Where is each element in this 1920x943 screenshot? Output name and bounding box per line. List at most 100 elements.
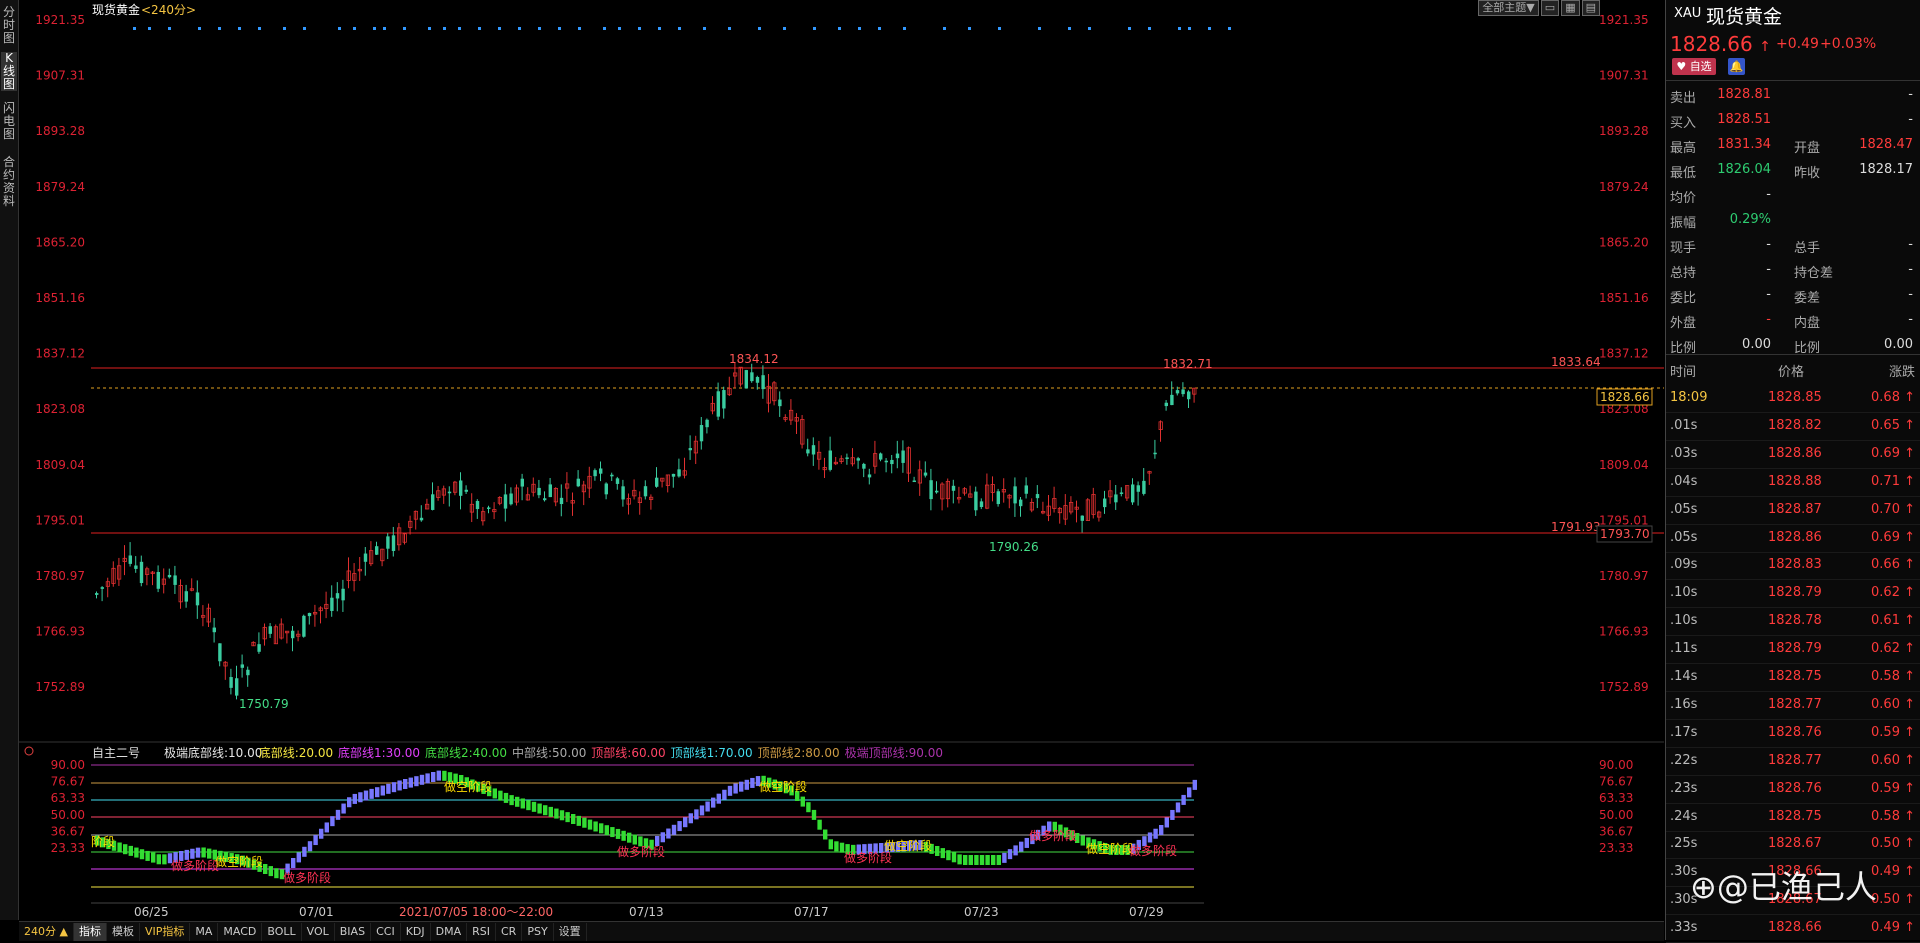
indicator-level-label-left: 76.67 <box>51 775 85 789</box>
indicator-name: 自主二号 <box>92 746 140 760</box>
candle-body <box>100 587 104 589</box>
price-label-right: 1809.04 <box>1599 458 1649 472</box>
btn-settings[interactable]: 设置 <box>554 922 587 941</box>
tick-price: 1828.79 <box>1768 585 1822 601</box>
symbol-name: 现货黄金 <box>1706 6 1783 28</box>
tick-row: .05s 1828.86 0.69 ↑ <box>1666 524 1920 553</box>
tick-time: .09s <box>1670 557 1698 573</box>
indicator-phase-label: 做空阶段 <box>1086 841 1134 856</box>
tick-change: 0.49 ↑ <box>1871 864 1915 880</box>
candle-body <box>386 536 390 549</box>
signal-dot <box>428 27 431 30</box>
theme-selector[interactable]: 全部主题▼ <box>1478 0 1539 16</box>
btn-vol[interactable]: VOL <box>302 922 335 941</box>
tick-time: .03s <box>1670 445 1698 461</box>
btn-cci[interactable]: CCI <box>371 922 401 941</box>
chart-top-toolbar: 全部主题▼ ▭ ▦ ▤ <box>1478 0 1600 16</box>
period-selector[interactable]: 240分 ▲ <box>19 922 74 941</box>
btn-vip-indicator[interactable]: VIP指标 <box>140 922 191 941</box>
indicator-phase-label: 做多阶段 <box>1129 843 1177 858</box>
symbol-code: XAU <box>1674 6 1702 21</box>
btn-rsi[interactable]: RSI <box>467 922 496 941</box>
btn-ma[interactable]: MA <box>190 922 219 941</box>
indicator-bar <box>1164 817 1169 828</box>
btn-bias[interactable]: BIAS <box>335 922 372 941</box>
quote-value: 0.00 <box>1884 337 1913 352</box>
tab-flash[interactable]: 闪电图 <box>1 102 17 141</box>
tick-change: 0.71 ↑ <box>1871 473 1915 489</box>
crosshair-date: 2021/07/05 18:00～22:00 <box>399 905 553 919</box>
tick-time: .25s <box>1670 836 1698 852</box>
indicator-bar <box>274 868 279 879</box>
indicator-bar <box>509 795 514 806</box>
alert-bell-icon[interactable]: 🔔 <box>1728 58 1745 75</box>
candle-body <box>610 474 614 477</box>
tick-time: .33s <box>1670 920 1698 936</box>
btn-boll[interactable]: BOLL <box>262 922 302 941</box>
candle-body <box>240 664 244 668</box>
layout-icon[interactable]: ▭ <box>1540 0 1560 16</box>
signal-dot <box>813 27 816 30</box>
signal-dot <box>303 27 306 30</box>
btn-macd[interactable]: MACD <box>218 922 263 941</box>
indicator-settings-icon[interactable] <box>24 746 34 756</box>
candle-body <box>576 478 580 487</box>
signal-dot <box>238 27 241 30</box>
kline-chart[interactable]: 现货黄金 <240分> 1921.35 1907.31 1893.28 1879.24… <box>19 0 1664 920</box>
window-icon[interactable]: ▤ <box>1581 0 1600 16</box>
signal-dot <box>1188 27 1191 30</box>
tab-kline[interactable]: K线图 <box>1 52 17 91</box>
btn-indicators[interactable]: 指标 <box>73 922 107 941</box>
candle-body <box>1153 452 1157 455</box>
indicator-bar <box>946 850 951 861</box>
candle-body <box>431 494 435 510</box>
indicator-bar <box>1013 845 1018 856</box>
time-axis-label: 07/29 <box>1129 905 1164 919</box>
indicator-bar <box>1187 787 1192 798</box>
indicator-legend-item: 极端底部线:10.00 <box>164 745 262 760</box>
kline-chart-canvas[interactable]: 现货黄金 <240分> 1921.35 1907.31 1893.28 1879.24… <box>19 0 1664 920</box>
candle-body <box>856 458 860 461</box>
indicator-bar <box>431 772 436 782</box>
add-to-watchlist-button[interactable]: ♥ 自选 <box>1672 58 1716 75</box>
quote-label: 委差 <box>1794 291 1821 306</box>
price-label-right: 1780.97 <box>1599 569 1649 583</box>
signal-dot <box>498 27 501 30</box>
tab-contract-info[interactable]: 合约资料 <box>1 156 17 208</box>
btn-cr[interactable]: CR <box>496 922 523 941</box>
quote-row: 委比 - 委差 - <box>1666 282 1920 307</box>
btn-kdj[interactable]: KDJ <box>401 922 431 941</box>
indicator-bar <box>1153 828 1158 839</box>
tick-row: 18:09 1828.85 0.68 ↑ <box>1666 384 1920 413</box>
candle-body <box>716 391 720 417</box>
quote-label: 最低 <box>1670 166 1697 181</box>
price-label-left: 1823.08 <box>35 402 85 416</box>
indicator-level-label-left: 23.33 <box>51 841 85 855</box>
signal-dot <box>478 27 481 30</box>
indicator-bar <box>156 854 161 865</box>
indicator-bar <box>151 852 156 863</box>
candle-body <box>156 572 160 589</box>
btn-template[interactable]: 模板 <box>107 922 140 941</box>
price-label-right: 1766.93 <box>1599 625 1649 639</box>
indicator-bar <box>425 773 430 784</box>
btn-dma[interactable]: DMA <box>431 922 468 941</box>
tick-price: 1828.77 <box>1768 752 1822 768</box>
candle-body <box>246 669 250 676</box>
btn-psy[interactable]: PSY <box>522 922 554 941</box>
indicator-legend-item: 底部线2:40.00 <box>425 745 507 760</box>
quote-value: 0.29% <box>1729 212 1771 227</box>
tick-row: .01s 1828.82 0.65 ↑ <box>1666 412 1920 441</box>
quote-label: 昨收 <box>1794 166 1821 181</box>
price-axis-left: 1921.35 1907.31 1893.28 1879.24 1865.20 1851.… <box>35 13 85 694</box>
tab-timeshare[interactable]: 分时图 <box>1 6 17 45</box>
indicator-bar <box>817 819 822 830</box>
tick-time: .04s <box>1670 473 1698 489</box>
grid-icon[interactable]: ▦ <box>1561 0 1580 16</box>
indicator-bar <box>436 770 441 781</box>
candle-body <box>548 484 552 498</box>
candle-body <box>459 480 463 496</box>
tick-price: 1828.66 <box>1768 920 1822 936</box>
price-label-right: 1907.31 <box>1599 69 1649 83</box>
signal-dot <box>998 27 1001 30</box>
